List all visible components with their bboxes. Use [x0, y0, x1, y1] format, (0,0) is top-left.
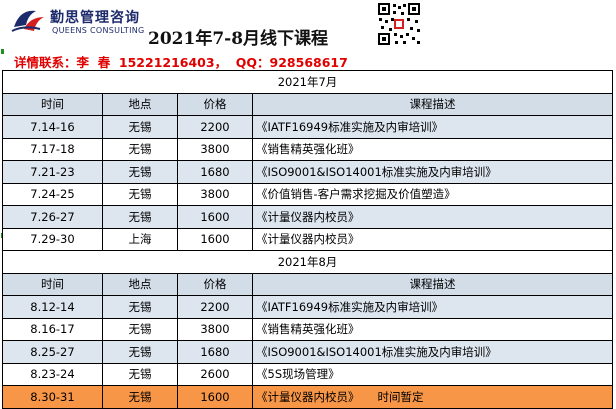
- company-logo-icon: [11, 10, 44, 32]
- place-cell: 无锡: [102, 317, 178, 341]
- course-name: 《IATF16949标准实施及内审培训》: [256, 299, 444, 314]
- price-cell: 2200: [177, 295, 253, 319]
- page-header: 勤思管理咨询 QUEENS CONSULTING 2021年7-8月线下课程 详…: [0, 0, 616, 72]
- price-cell: 2600: [177, 362, 253, 386]
- place-cell: 无锡: [102, 160, 178, 184]
- table-row: 8.25-27 无锡 1680 《ISO9001&ISO14001标准实施及内审培训》: [2, 340, 613, 364]
- time-cell: 7.21-23: [2, 160, 103, 184]
- price-cell: 3800: [177, 182, 253, 206]
- month-header: 2021年7月: [2, 70, 613, 94]
- description-cell: 《IATF16949标准实施及内审培训》: [252, 295, 613, 319]
- table-row: 7.14-16 无锡 2200 《IATF16949标准实施及内审培训》: [2, 115, 613, 139]
- course-name: 《ISO9001&ISO14001标准实施及内审培训》: [256, 164, 497, 179]
- course-name: 《ISO9001&ISO14001标准实施及内审培训》: [256, 344, 497, 359]
- price-cell: 1600: [177, 227, 253, 251]
- course-name: 《计量仪器内校员》: [256, 232, 360, 247]
- table-row: 8.30-31 无锡 1600 《计量仪器内校员》 时间暂定: [2, 385, 613, 409]
- column-header-place: 地点: [102, 272, 178, 296]
- place-cell: 无锡: [102, 182, 178, 206]
- price-cell: 3800: [177, 317, 253, 341]
- course-name: 《销售精英强化班》: [256, 142, 360, 157]
- time-cell: 7.24-25: [2, 182, 103, 206]
- description-cell: 《IATF16949标准实施及内审培训》: [252, 115, 613, 139]
- table-row: 7.29-30 上海 1600 《计量仪器内校员》: [2, 227, 613, 251]
- column-header-desc: 课程描述: [252, 92, 613, 116]
- description-cell: 《5S现场管理》: [252, 362, 613, 386]
- column-header-row: 时间 地点 价格 课程描述: [2, 92, 613, 116]
- table-row: 8.12-14 无锡 2200 《IATF16949标准实施及内审培训》: [2, 295, 613, 319]
- table-row: 7.21-23 无锡 1680 《ISO9001&ISO14001标准实施及内审培训》: [2, 160, 613, 184]
- place-cell: 无锡: [102, 385, 178, 409]
- table-row: 7.24-25 无锡 3800 《价值销售-客户需求挖掘及价值塑造》: [2, 182, 613, 206]
- time-cell: 8.16-17: [2, 317, 103, 341]
- contact-line: 详情联系：李 春 15221216403， QQ：928568617: [14, 55, 348, 70]
- table-row: 7.17-18 无锡 3800 《销售精英强化班》: [2, 137, 613, 161]
- time-cell: 7.17-18: [2, 137, 103, 161]
- description-cell: 《计量仪器内校员》: [252, 227, 613, 251]
- month-header: 2021年8月: [2, 250, 613, 274]
- course-name: 《计量仪器内校员》: [256, 209, 360, 224]
- price-cell: 2200: [177, 115, 253, 139]
- description-cell: 《计量仪器内校员》 时间暂定: [252, 385, 613, 409]
- description-cell: 《计量仪器内校员》: [252, 205, 613, 229]
- time-cell: 8.25-27: [2, 340, 103, 364]
- column-header-place: 地点: [102, 92, 178, 116]
- price-cell: 3800: [177, 137, 253, 161]
- brand-name-cn: 勤思管理咨询: [50, 10, 140, 26]
- column-header-time: 时间: [2, 92, 103, 116]
- column-header-price: 价格: [177, 272, 253, 296]
- table-row: 7.26-27 无锡 1600 《计量仪器内校员》: [2, 205, 613, 229]
- place-cell: 无锡: [102, 362, 178, 386]
- course-name: 《销售精英强化班》: [256, 322, 360, 337]
- price-cell: 1600: [177, 205, 253, 229]
- time-cell: 8.30-31: [2, 385, 103, 409]
- course-schedule-table: 2021年7月 时间 地点 价格 课程描述 7.14-16 无锡 2200 《IATF16949…: [2, 70, 613, 409]
- table-row: 8.23-24 无锡 2600 《5S现场管理》: [2, 362, 613, 386]
- place-cell: 无锡: [102, 340, 178, 364]
- place-cell: 无锡: [102, 137, 178, 161]
- description-cell: 《销售精英强化班》: [252, 137, 613, 161]
- time-cell: 8.23-24: [2, 362, 103, 386]
- description-cell: 《价值销售-客户需求挖掘及价值塑造》: [252, 182, 613, 206]
- price-cell: 1680: [177, 340, 253, 364]
- description-cell: 《销售精英强化班》: [252, 317, 613, 341]
- time-cell: 7.26-27: [2, 205, 103, 229]
- place-cell: 无锡: [102, 115, 178, 139]
- description-cell: 《ISO9001&ISO14001标准实施及内审培训》: [252, 160, 613, 184]
- qr-code-icon: [377, 2, 421, 46]
- description-cell: 《ISO9001&ISO14001标准实施及内审培训》: [252, 340, 613, 364]
- place-cell: 无锡: [102, 295, 178, 319]
- column-header-time: 时间: [2, 272, 103, 296]
- course-name: 《价值销售-客户需求挖掘及价值塑造》: [256, 187, 456, 202]
- table-row: 8.16-17 无锡 3800 《销售精英强化班》: [2, 317, 613, 341]
- page-title: 2021年7-8月线下课程: [148, 29, 329, 49]
- time-cell: 7.14-16: [2, 115, 103, 139]
- price-cell: 1600: [177, 385, 253, 409]
- time-cell: 7.29-30: [2, 227, 103, 251]
- place-cell: 上海: [102, 227, 178, 251]
- brand-name-en: QUEENS CONSULTING: [52, 26, 145, 35]
- cell-marker-icon: [1, 49, 4, 54]
- course-name: 《5S现场管理》: [256, 367, 340, 382]
- course-name: 《IATF16949标准实施及内审培训》: [256, 119, 444, 134]
- month-header-row: 2021年8月: [2, 250, 613, 274]
- column-header-row: 时间 地点 价格 课程描述: [2, 272, 613, 296]
- month-header-row: 2021年7月: [2, 70, 613, 94]
- time-cell: 8.12-14: [2, 295, 103, 319]
- column-header-desc: 课程描述: [252, 272, 613, 296]
- price-cell: 1680: [177, 160, 253, 184]
- place-cell: 无锡: [102, 205, 178, 229]
- column-header-price: 价格: [177, 92, 253, 116]
